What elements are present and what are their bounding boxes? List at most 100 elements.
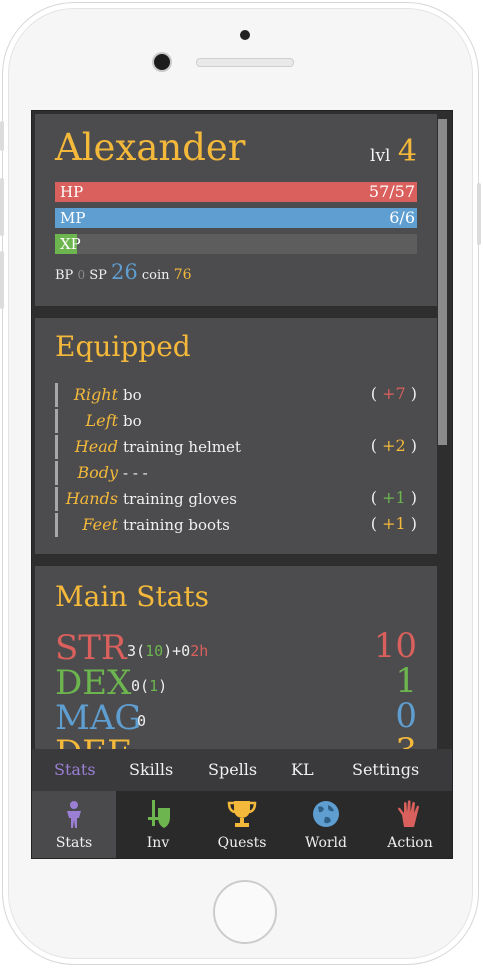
nav-stats-label: Stats <box>55 835 93 851</box>
equipped-bonus: ( +7 ) <box>371 384 417 403</box>
sp-label: SP <box>89 268 107 283</box>
earpiece-speaker <box>196 58 294 67</box>
character-panel: Alexander lvl 4 HP 57/57 MP 6/6 XP BP 0 … <box>35 114 437 306</box>
nav-action-label: Action <box>387 835 433 851</box>
bonus-open: ( <box>370 384 383 403</box>
stat-paren-open: ( <box>136 642 146 660</box>
mp-label: MP <box>60 209 86 227</box>
stats-subtab-bar: Stats Skills Spells KL Settings <box>32 749 452 791</box>
equipped-row-head[interactable]: Head training helmet ( +2 ) <box>55 435 417 459</box>
stat-detail: 3(10)+02h <box>127 642 208 660</box>
volume-up-button <box>0 178 4 236</box>
equipped-slot: Body <box>77 463 118 482</box>
hand-icon <box>398 800 419 827</box>
equipped-row-hands[interactable]: Hands training gloves ( +1 ) <box>55 487 417 511</box>
stat-detail: 0(1) <box>131 677 167 695</box>
subtab-kl[interactable]: KL <box>291 760 314 779</box>
equipped-slot: Left <box>85 411 118 430</box>
equipped-item: training boots <box>123 516 230 534</box>
stat-paren-close: ) <box>158 677 168 695</box>
hp-bar-fill <box>55 182 417 202</box>
stat-row-str[interactable]: STR 3(10)+02h 10 <box>55 626 417 668</box>
volume-down-button <box>0 251 4 309</box>
equipped-row-right[interactable]: Right bo ( +7 ) <box>55 383 417 407</box>
stat-base: 0 <box>131 677 141 695</box>
stat-total: 0 <box>395 696 417 736</box>
mp-bar: MP 6/6 <box>55 208 417 228</box>
nav-inv[interactable]: Inv <box>116 791 200 858</box>
stat-abbr: MAG <box>55 698 142 738</box>
bonus-value: +1 <box>382 514 406 533</box>
app-screen: Alexander lvl 4 HP 57/57 MP 6/6 XP BP 0 … <box>31 110 453 859</box>
stat-row-dex[interactable]: DEX 0(1) 1 <box>55 661 417 703</box>
mute-switch <box>0 121 4 151</box>
bonus-open: ( <box>370 514 383 533</box>
trophy-icon <box>227 801 257 827</box>
bp-label: BP <box>55 268 74 283</box>
proximity-sensor <box>240 30 250 40</box>
nav-action[interactable]: Action <box>368 791 452 858</box>
nav-inv-label: Inv <box>146 835 170 851</box>
nav-world-label: World <box>305 835 347 851</box>
bonus-value: +7 <box>382 384 406 403</box>
home-button[interactable] <box>213 880 277 944</box>
power-button <box>477 183 481 245</box>
character-name: Alexander <box>55 126 246 169</box>
level-value: 4 <box>397 134 417 169</box>
equipped-bonus: ( +1 ) <box>371 488 417 507</box>
sp-value: 26 <box>111 260 138 284</box>
stat-abbr: STR <box>55 628 127 668</box>
hp-value: 57/57 <box>368 182 415 201</box>
stat-paren-value: 10 <box>145 642 164 660</box>
bonus-value: +1 <box>382 488 406 507</box>
scrollbar[interactable] <box>438 119 447 445</box>
bonus-close: ) <box>405 514 417 533</box>
equipped-slot: Head <box>74 437 118 456</box>
stat-abbr: DEX <box>55 663 132 703</box>
bonus-close: ) <box>405 436 417 455</box>
equipped-row-left[interactable]: Left bo <box>55 409 417 433</box>
hp-bar: HP 57/57 <box>55 182 417 202</box>
subtab-spells[interactable]: Spells <box>208 760 257 779</box>
bottom-nav: Stats Inv Quests World Action <box>32 791 452 858</box>
bonus-open: ( <box>370 488 383 507</box>
bp-value: 0 <box>77 268 86 282</box>
coin-value: 76 <box>173 267 192 283</box>
stat-row-mag[interactable]: MAG 0 0 <box>55 696 417 738</box>
nav-quests[interactable]: Quests <box>200 791 284 858</box>
nav-stats[interactable]: Stats <box>32 791 116 858</box>
nav-quests-label: Quests <box>217 835 267 851</box>
stat-detail: 0 <box>137 712 146 730</box>
subtab-skills[interactable]: Skills <box>129 760 173 779</box>
equipped-item: bo <box>123 412 142 430</box>
equipped-slot: Right <box>73 385 118 404</box>
bonus-value: +2 <box>382 436 406 455</box>
nav-world[interactable]: World <box>284 791 368 858</box>
stat-paren-open: ( <box>140 677 150 695</box>
xp-label: XP <box>60 235 81 253</box>
sword-shield-icon <box>148 800 170 828</box>
equipped-item: training gloves <box>123 490 237 508</box>
subtab-settings[interactable]: Settings <box>352 760 419 779</box>
equipped-row-body[interactable]: Body - - - <box>55 461 417 485</box>
coin-label: coin <box>141 268 170 283</box>
equipped-item: training helmet <box>123 438 241 456</box>
stat-base: 3 <box>127 642 137 660</box>
stat-total: 1 <box>395 661 417 701</box>
bonus-close: ) <box>405 488 417 507</box>
equipped-slot: Feet <box>82 515 118 534</box>
level-display: lvl 4 <box>370 134 417 169</box>
equipped-panel: Equipped Right bo ( +7 ) Left bo Head training… <box>35 318 437 554</box>
mp-bar-fill <box>55 208 417 228</box>
stat-mod: +0 <box>172 642 191 660</box>
person-icon <box>67 801 81 828</box>
mp-value: 6/6 <box>389 208 415 227</box>
equipped-item: - - - <box>123 464 148 482</box>
hp-label: HP <box>60 183 84 201</box>
equipped-row-feet[interactable]: Feet training boots ( +1 ) <box>55 513 417 537</box>
stat-paren-close: ) <box>163 642 173 660</box>
equipped-title: Equipped <box>55 330 191 363</box>
subtab-stats[interactable]: Stats <box>54 760 96 779</box>
level-label: lvl <box>370 146 391 166</box>
globe-icon <box>313 801 339 827</box>
